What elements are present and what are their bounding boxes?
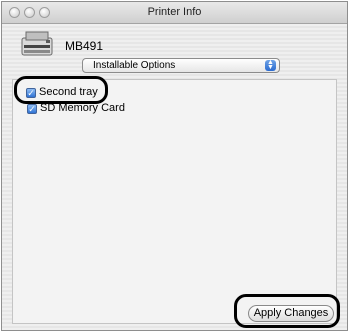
printer-icon xyxy=(21,31,53,56)
printer-info-window: Printer Info MB491 Installable Options ▲… xyxy=(1,1,348,331)
updown-arrows-icon: ▲ ▼ xyxy=(265,59,276,71)
checkbox-checked-icon[interactable]: ✓ xyxy=(27,104,37,114)
highlight-second-tray: ✓ Second tray xyxy=(14,76,108,104)
info-category-popup[interactable]: Installable Options ▲ ▼ xyxy=(82,58,280,73)
window-title: Printer Info xyxy=(147,6,202,18)
option-second-tray-highlighted[interactable]: ✓ Second tray xyxy=(26,86,98,98)
popup-selected-value: Installable Options xyxy=(93,60,176,71)
printer-model: MB491 xyxy=(65,39,104,53)
option-label: Second tray xyxy=(39,86,98,98)
options-panel: ✓Second tray ✓SD Memory Card xyxy=(12,79,337,324)
title-bar[interactable]: Printer Info xyxy=(2,2,347,24)
checkbox-checked-icon[interactable]: ✓ xyxy=(26,88,36,98)
highlight-apply-changes xyxy=(234,294,340,328)
